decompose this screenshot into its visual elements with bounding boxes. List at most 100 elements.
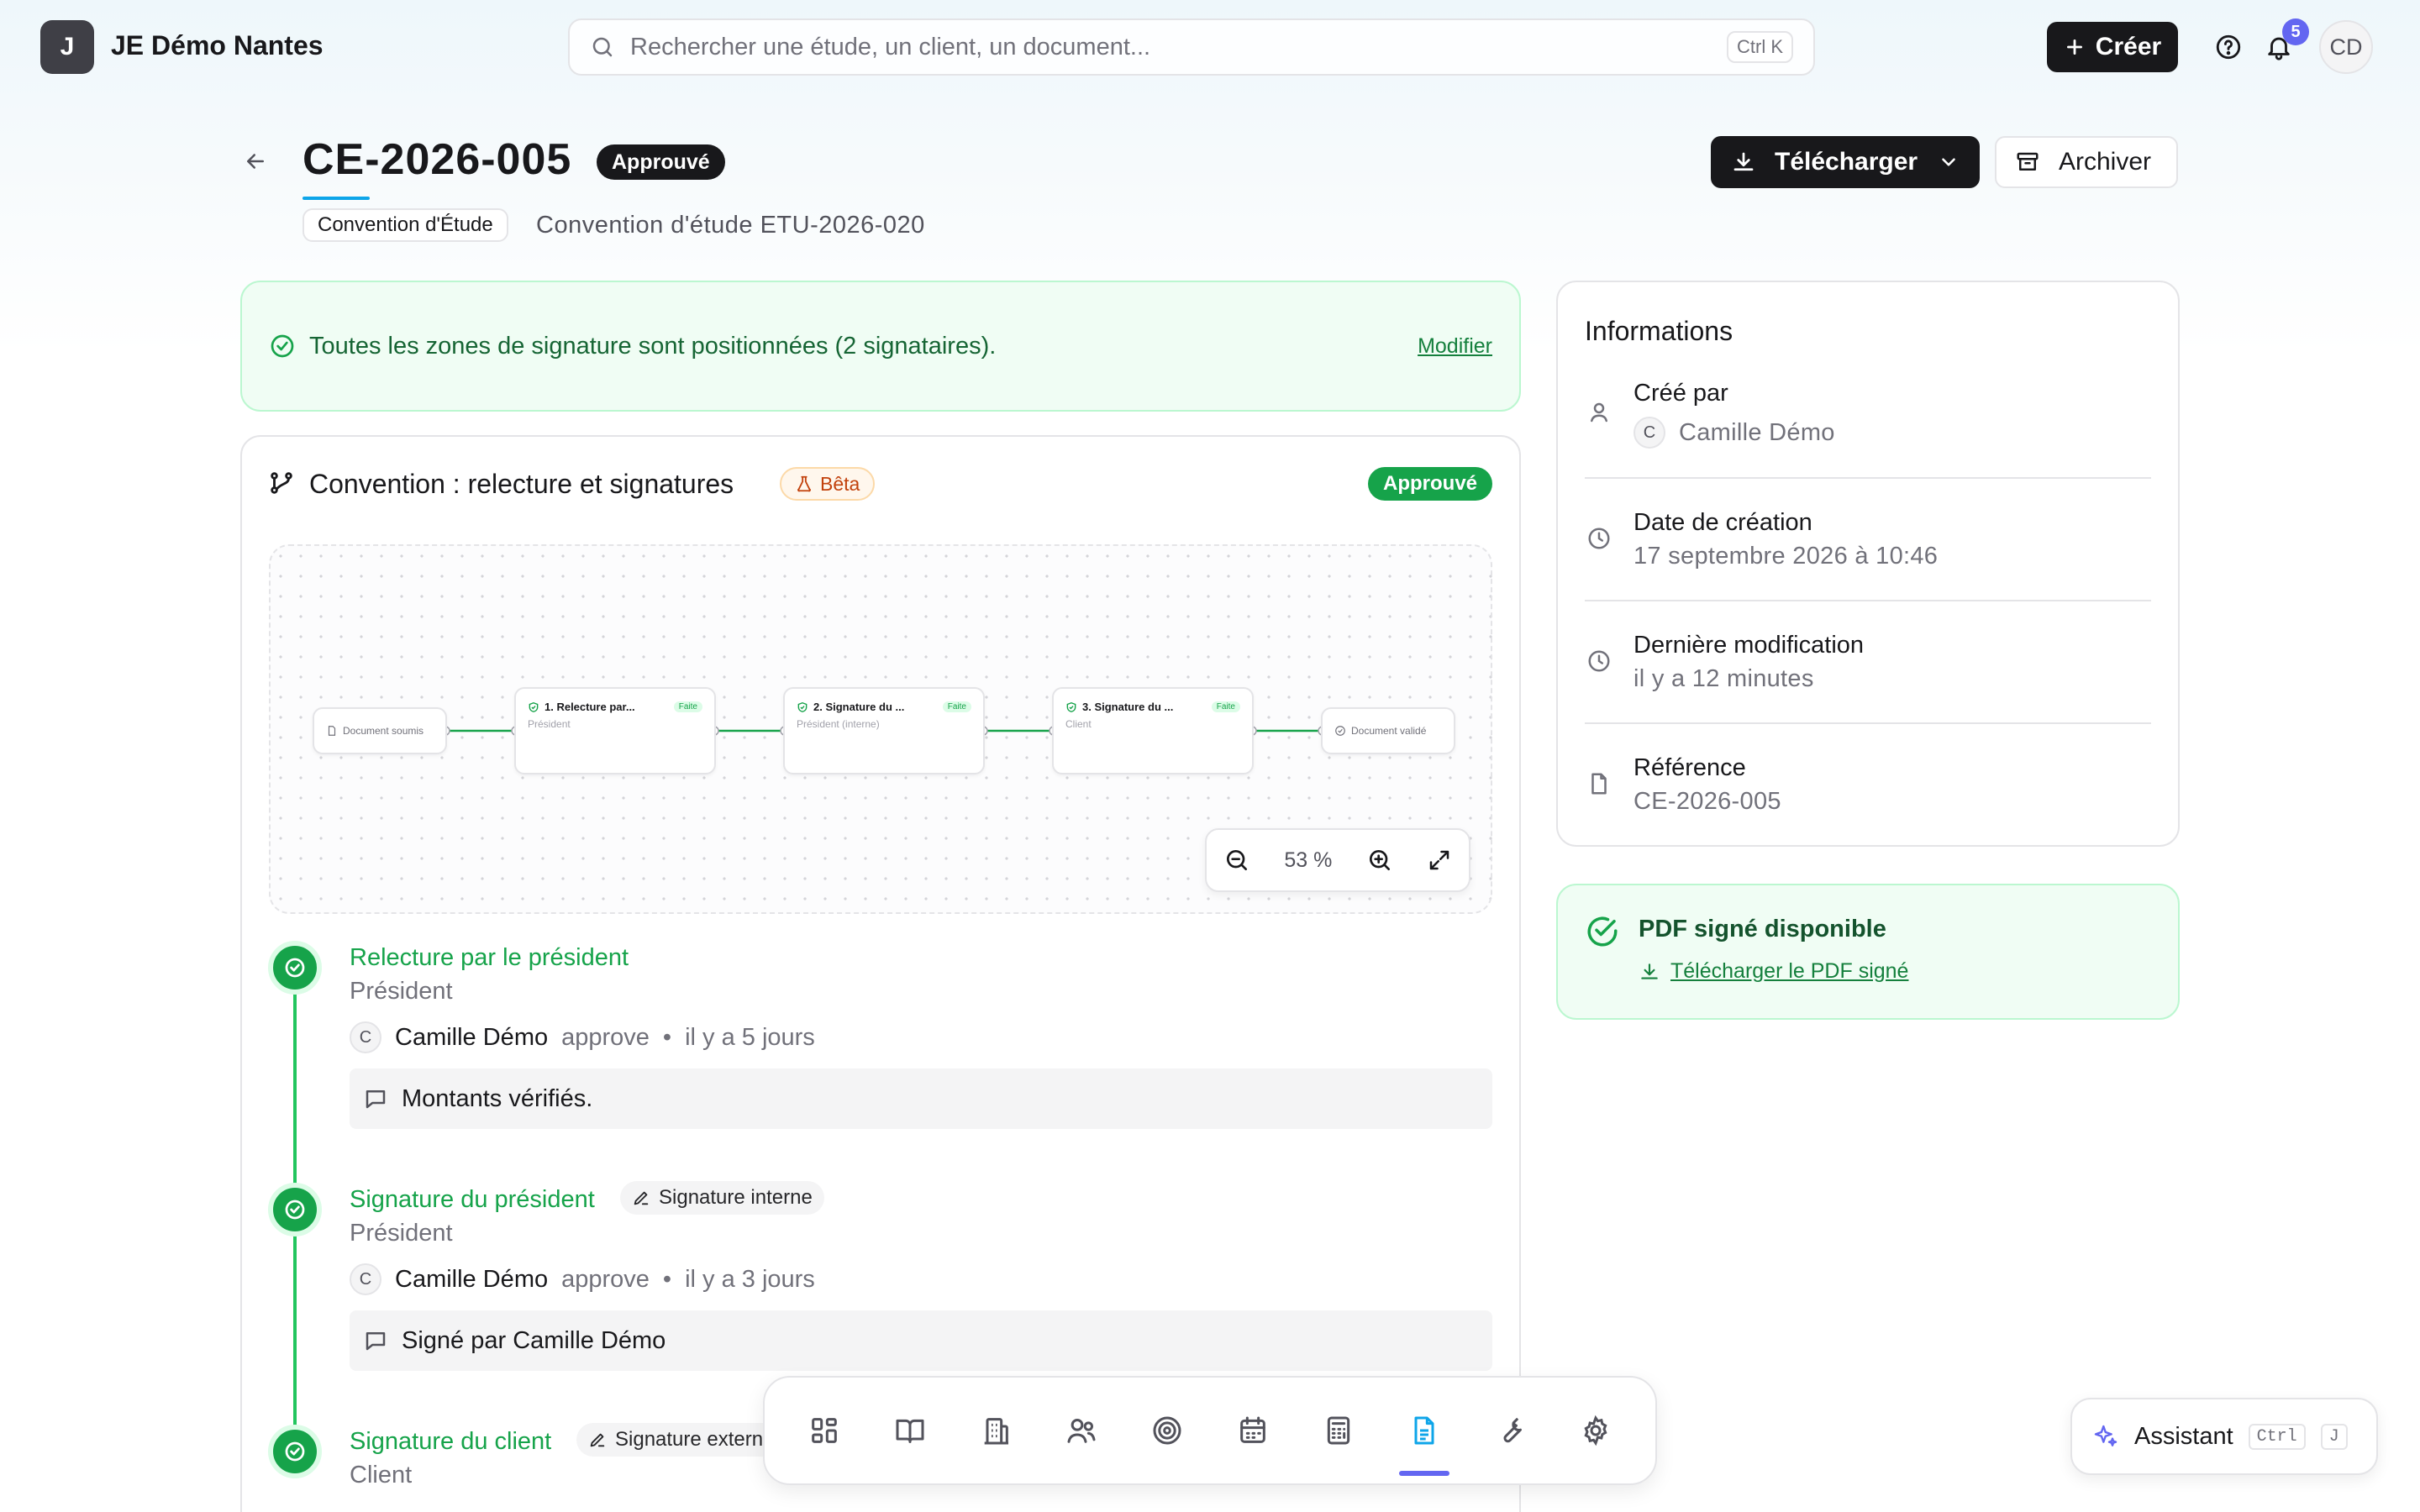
help-icon	[2214, 33, 2243, 61]
dock-dashboard[interactable]	[791, 1397, 858, 1464]
comment-icon	[363, 1328, 388, 1353]
step-2-meta: C Camille Démo approve • il y a 3 jours	[350, 1263, 815, 1295]
signature-icon	[588, 1431, 607, 1449]
help-button[interactable]	[2203, 22, 2254, 72]
flow-node-step1[interactable]: 1. Relecture par... Faite Président	[514, 687, 716, 774]
dock-knowledge[interactable]	[876, 1397, 944, 1464]
step-2-signature-chip: Signature interne	[620, 1181, 824, 1215]
workspace-logo[interactable]: J	[40, 20, 94, 74]
created-at-label: Date de création	[1634, 509, 1812, 536]
step-1-user: Camille Démo	[395, 1023, 549, 1051]
step-3-title: Signature du client	[350, 1428, 552, 1455]
check-circle-icon	[282, 1439, 308, 1464]
step-2-comment: Signé par Camille Démo	[350, 1310, 1492, 1371]
zoom-in-button[interactable]	[1366, 847, 1393, 874]
dock-goals[interactable]	[1134, 1397, 1201, 1464]
dock-contacts[interactable]	[1048, 1397, 1115, 1464]
download-button[interactable]: Télécharger	[1711, 136, 1980, 188]
step-1-time: il y a 5 jours	[685, 1023, 815, 1051]
check-circle-icon	[1334, 725, 1346, 737]
download-icon	[1639, 961, 1660, 983]
step-1-action: approve	[561, 1023, 650, 1051]
sparkles-icon	[2092, 1423, 2119, 1450]
search-icon	[590, 34, 615, 60]
shield-check-icon	[1065, 701, 1077, 713]
workspace-name[interactable]: JE Démo Nantes	[111, 30, 324, 61]
clock-icon	[1586, 648, 1612, 674]
target-icon	[1150, 1414, 1184, 1447]
flow-node-step2[interactable]: 2. Signature du ... Faite Président (int…	[783, 687, 985, 774]
search-input[interactable]: Rechercher une étude, un client, un docu…	[630, 34, 1712, 61]
step-2-title: Signature du président	[350, 1186, 595, 1213]
flow-node-step3-title: 3. Signature du ...	[1082, 701, 1174, 713]
fullscreen-button[interactable]	[1427, 848, 1452, 873]
archive-label: Archiver	[2059, 148, 2152, 176]
workflow-branch-icon	[267, 469, 296, 497]
check-circle-icon	[1585, 914, 1620, 949]
users-icon	[1065, 1414, 1098, 1447]
step-2-chip-label: Signature interne	[659, 1186, 813, 1209]
step-1-role: Président	[350, 978, 453, 1005]
assistant-shortcut-j: J	[2320, 1423, 2348, 1450]
divider	[1585, 600, 2151, 601]
reference-label: Référence	[1634, 754, 1746, 781]
zoom-out-button[interactable]	[1223, 847, 1250, 874]
modified-value: il y a 12 minutes	[1634, 665, 1814, 692]
step-1-title: Relecture par le président	[350, 944, 629, 971]
zoom-level: 53 %	[1284, 848, 1333, 872]
wrench-icon	[1493, 1414, 1527, 1447]
archive-button[interactable]: Archiver	[1995, 136, 2178, 188]
dock-tools[interactable]	[1476, 1397, 1544, 1464]
dock-accounting[interactable]	[1305, 1397, 1372, 1464]
dock-companies[interactable]	[962, 1397, 1029, 1464]
step-2-time: il y a 3 jours	[685, 1265, 815, 1293]
create-button[interactable]: Créer	[2047, 22, 2178, 72]
created-at-value: 17 septembre 2026 à 10:46	[1634, 543, 1939, 570]
archive-icon	[2015, 150, 2040, 175]
check-circle-icon	[282, 955, 308, 980]
avatar: C	[1634, 417, 1665, 449]
dock-settings[interactable]	[1562, 1397, 1629, 1464]
app-dock	[763, 1376, 1657, 1485]
modify-zones-link[interactable]: Modifier	[1418, 334, 1492, 359]
check-circle-icon	[269, 333, 296, 360]
divider	[1585, 722, 2151, 724]
alert-message: Toutes les zones de signature sont posit…	[309, 332, 997, 360]
flow-node-step3[interactable]: 3. Signature du ... Faite Client	[1052, 687, 1254, 774]
assistant-button[interactable]: Assistant Ctrl J	[2070, 1398, 2378, 1475]
global-search[interactable]: Rechercher une étude, un client, un docu…	[568, 18, 1815, 76]
comment-icon	[363, 1086, 388, 1111]
book-icon	[893, 1414, 927, 1447]
reference-value: CE-2026-005	[1634, 788, 1781, 815]
dock-documents[interactable]	[1391, 1397, 1458, 1476]
settings-icon	[1579, 1414, 1612, 1447]
check-circle-icon	[282, 1197, 308, 1222]
title-accent-bar	[302, 197, 370, 200]
divider	[1585, 477, 2151, 479]
document-status-badge: Approuvé	[597, 144, 725, 180]
beta-badge: Bêta	[780, 467, 876, 501]
calendar-icon	[1236, 1414, 1270, 1447]
dock-calendar[interactable]	[1219, 1397, 1286, 1464]
flow-node-start[interactable]: Document soumis	[313, 707, 447, 754]
user-icon	[1586, 400, 1612, 425]
created-by-label: Créé par	[1634, 380, 1728, 407]
step-1-comment-text: Montants vérifiés.	[402, 1084, 593, 1112]
download-label: Télécharger	[1775, 148, 1918, 176]
download-signed-pdf-link[interactable]: Télécharger le PDF signé	[1639, 959, 1908, 984]
arrow-left-icon	[243, 149, 268, 174]
plus-icon	[2064, 36, 2086, 58]
step-3-signature-chip: Signature externe	[576, 1423, 786, 1457]
flow-node-end[interactable]: Document validé	[1321, 707, 1455, 754]
step-2-role: Président	[350, 1220, 453, 1247]
user-avatar[interactable]: CD	[2319, 20, 2373, 74]
file-icon	[326, 725, 338, 737]
flow-node-step1-title: 1. Relecture par...	[544, 701, 635, 713]
flow-node-step1-role: Président	[528, 718, 571, 730]
avatar: C	[350, 1021, 381, 1053]
canvas-zoom-controls: 53 %	[1205, 828, 1470, 892]
flow-node-step2-badge: Faite	[942, 701, 971, 712]
created-by-value: C Camille Démo	[1634, 417, 1835, 449]
back-button[interactable]	[230, 136, 281, 186]
dashboard-icon	[808, 1414, 841, 1447]
